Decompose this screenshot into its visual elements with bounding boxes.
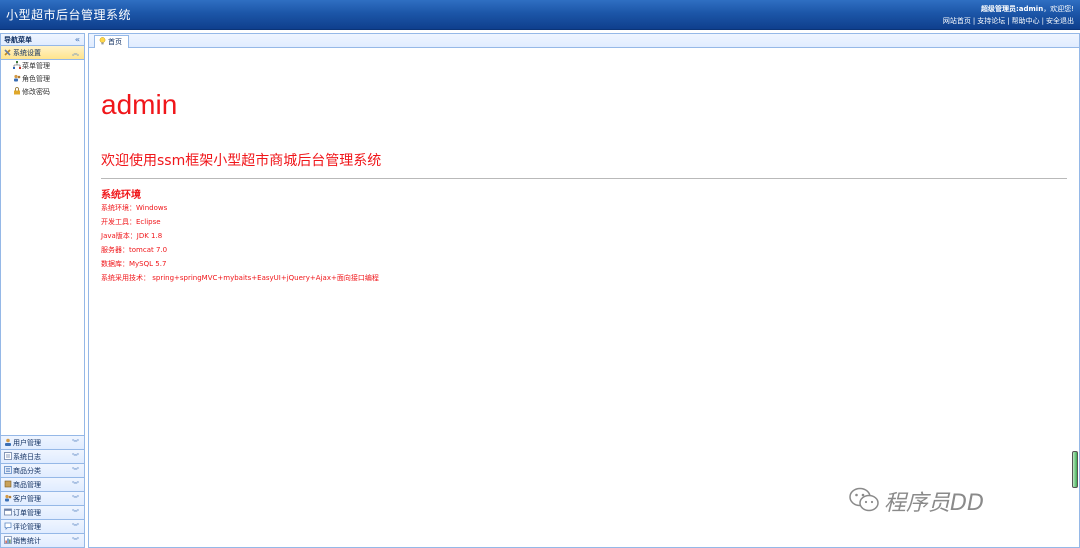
- category-icon: [4, 466, 12, 474]
- welcome-heading: 欢迎使用ssm框架小型超市商城后台管理系统: [101, 153, 382, 169]
- chevron-down-icon[interactable]: ︾: [72, 464, 79, 478]
- menu-item-role-management[interactable]: 角色管理: [1, 73, 84, 86]
- panel-header-order-management[interactable]: 订单管理 ︾: [1, 505, 84, 519]
- admin-heading: admin: [101, 89, 178, 120]
- env-line-database: 数据库：MySQL 5.7: [101, 260, 167, 268]
- menu-item-change-password[interactable]: 修改密码: [1, 86, 84, 99]
- sidebar: 导航菜单 « 系统设置 ︽ 菜单管理 角色管理 修改密码 用户管理 ︾ 系统日志 ︾…: [0, 33, 85, 548]
- tree-icon: [13, 61, 21, 69]
- panel-header-sales-statistics[interactable]: 销售统计 ︾: [1, 533, 84, 547]
- app-window: 小型超市后台管理系统 超级管理员:admin，欢迎您! 网站首页 | 支持论坛 | 帮助…: [0, 0, 1080, 548]
- panel-label: 系统设置: [13, 49, 41, 57]
- log-icon: [4, 452, 12, 460]
- app-title: 小型超市后台管理系统: [6, 8, 132, 22]
- panel-label: 订单管理: [13, 509, 41, 517]
- menu-item-label: 角色管理: [22, 75, 50, 83]
- link-home[interactable]: 网站首页: [943, 17, 971, 25]
- user-icon: [5, 438, 11, 446]
- panel-label: 系统日志: [13, 453, 41, 461]
- welcome-user: admin: [1018, 5, 1044, 13]
- panel-header-product-category[interactable]: 商品分类 ︾: [1, 463, 84, 477]
- tab-label: 首页: [108, 38, 122, 46]
- nav-header: 导航菜单 «: [1, 34, 84, 46]
- separator: |: [972, 17, 976, 25]
- comment-icon: [4, 522, 12, 530]
- chevron-down-icon[interactable]: ︾: [72, 534, 79, 548]
- chevron-down-icon[interactable]: ︾: [72, 478, 79, 492]
- panel-label: 客户管理: [13, 495, 41, 503]
- product-icon: [4, 480, 12, 488]
- divider: [101, 178, 1067, 179]
- env-line-ide: 开发工具：Eclipse: [101, 218, 161, 226]
- panel-label: 评论管理: [13, 523, 41, 531]
- collapse-left-icon[interactable]: «: [75, 34, 80, 46]
- header-bar: 小型超市后台管理系统 超级管理员:admin，欢迎您! 网站首页 | 支持论坛 | 帮助…: [0, 0, 1080, 30]
- chevron-up-icon[interactable]: ︽: [72, 46, 79, 60]
- top-links: 网站首页 | 支持论坛 | 帮助中心 | 安全退出: [943, 16, 1074, 26]
- lock-icon: [14, 87, 20, 95]
- panel-label: 商品管理: [13, 481, 41, 489]
- welcome-message: 超级管理员:admin，欢迎您!: [981, 4, 1074, 14]
- link-logout[interactable]: 安全退出: [1046, 17, 1074, 25]
- link-forum[interactable]: 支持论坛: [977, 17, 1005, 25]
- chart-icon: [4, 536, 12, 544]
- chevron-down-icon[interactable]: ︾: [72, 450, 79, 464]
- order-icon: [4, 508, 12, 516]
- panel-label: 用户管理: [13, 439, 41, 447]
- panel-header-user-management[interactable]: 用户管理 ︾: [1, 435, 84, 449]
- env-line-os: 系统环境：Windows: [101, 204, 168, 212]
- panel-header-comment-management[interactable]: 评论管理 ︾: [1, 519, 84, 533]
- tab-home[interactable]: 首页: [94, 35, 129, 48]
- panel-header-product-management[interactable]: 商品管理 ︾: [1, 477, 84, 491]
- panel-label: 销售统计: [13, 537, 41, 545]
- chevron-down-icon[interactable]: ︾: [72, 436, 79, 450]
- panel-header-system-log[interactable]: 系统日志 ︾: [1, 449, 84, 463]
- separator: |: [1041, 17, 1044, 25]
- menu-item-menu-management[interactable]: 菜单管理: [1, 60, 84, 73]
- env-line-java: Java版本：JDK 1.8: [101, 232, 163, 240]
- main-panel: 首页 admin 欢迎使用ssm框架小型超市商城后台管理系统 系统环境 系统环境…: [88, 33, 1080, 548]
- users-icon: [14, 74, 21, 82]
- tools-icon: [4, 49, 11, 56]
- scrollbar-thumb[interactable]: [1072, 451, 1078, 488]
- panel-header-customer-management[interactable]: 客户管理 ︾: [1, 491, 84, 505]
- welcome-prefix: 超级管理员:: [980, 5, 1019, 13]
- lightbulb-icon: [99, 37, 106, 45]
- tabs-bar: 首页: [89, 34, 1079, 48]
- menu-item-label: 菜单管理: [22, 62, 50, 70]
- watermark-text: 程序员DD: [884, 491, 984, 516]
- wechat-icon: [849, 487, 879, 512]
- nav-title: 导航菜单: [4, 36, 32, 44]
- welcome-suffix: ，欢迎您!: [1043, 5, 1074, 13]
- env-line-tech: 系统采用技术： spring+springMVC+mybaits+EasyUI+…: [101, 274, 379, 282]
- link-help[interactable]: 帮助中心: [1012, 17, 1040, 25]
- chevron-down-icon[interactable]: ︾: [72, 520, 79, 534]
- customer-icon: [5, 494, 12, 502]
- collapsed-panels: 用户管理 ︾ 系统日志 ︾ 商品分类 ︾ 商品管理 ︾ 客户管理 ︾ 订单管理 ︾ 评论管理…: [1, 435, 84, 547]
- panel-label: 商品分类: [13, 467, 41, 475]
- env-line-server: 服务器：tomcat 7.0: [101, 246, 168, 254]
- menu-item-label: 修改密码: [22, 88, 50, 96]
- chevron-down-icon[interactable]: ︾: [72, 492, 79, 506]
- panel-header-system-settings[interactable]: 系统设置 ︽: [1, 46, 84, 60]
- chevron-down-icon[interactable]: ︾: [72, 506, 79, 520]
- separator: |: [1007, 17, 1010, 25]
- env-title: 系统环境: [101, 190, 141, 201]
